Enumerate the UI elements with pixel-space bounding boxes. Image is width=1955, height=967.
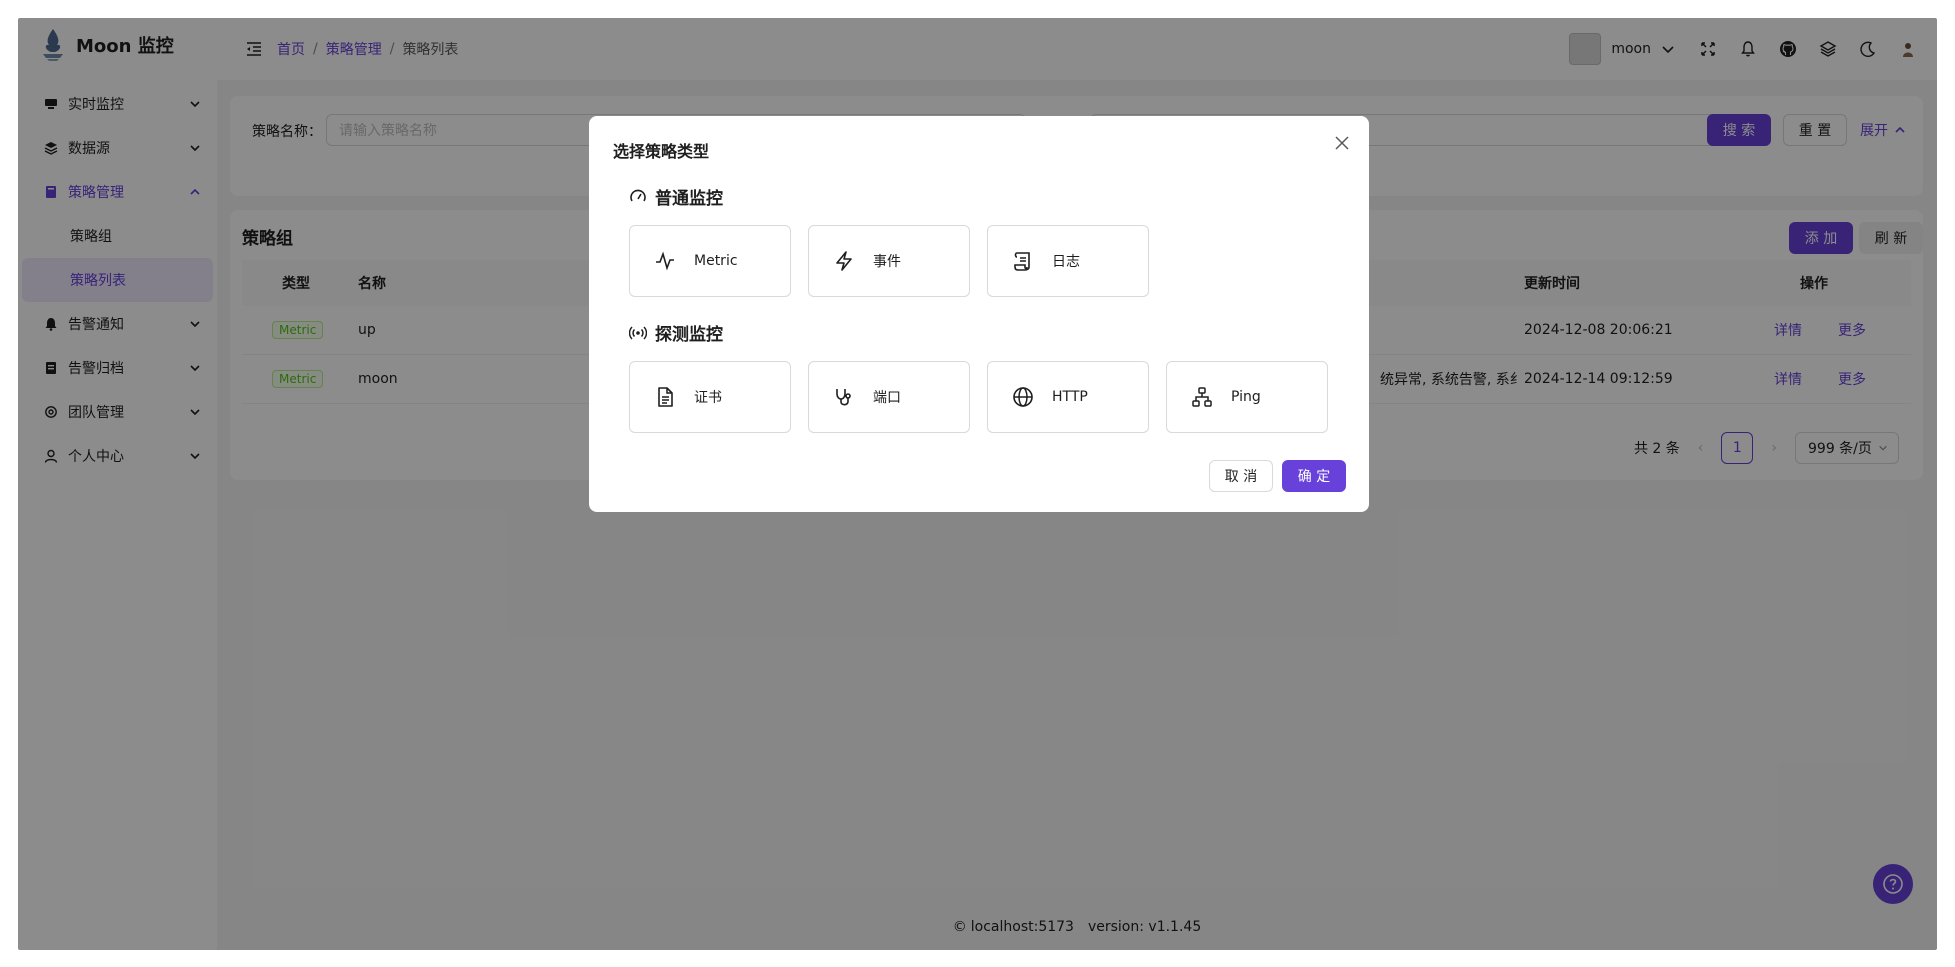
scroll-icon [1012, 250, 1034, 272]
option-label: 事件 [873, 254, 901, 270]
section-normal-monitor: 普通监控 [629, 184, 723, 209]
globe-icon [1012, 386, 1034, 408]
option-label: HTTP [1052, 389, 1088, 405]
gauge-icon [629, 188, 647, 206]
option-label: 日志 [1052, 254, 1080, 270]
network-icon [1191, 386, 1213, 408]
file-text-icon [654, 386, 676, 408]
section-title: 探测监控 [655, 325, 723, 345]
option-log[interactable]: 日志 [987, 225, 1149, 297]
option-metric[interactable]: Metric [629, 225, 791, 297]
cancel-button[interactable]: 取 消 [1209, 460, 1273, 492]
modal-title: 选择策略类型 [613, 142, 710, 161]
option-certificate[interactable]: 证书 [629, 361, 791, 433]
stethoscope-icon [833, 386, 855, 408]
close-icon[interactable] [1333, 134, 1351, 152]
option-event[interactable]: 事件 [808, 225, 970, 297]
option-http[interactable]: HTTP [987, 361, 1149, 433]
section-title: 普通监控 [655, 189, 723, 209]
option-label: 证书 [694, 390, 722, 406]
activity-icon [654, 250, 676, 272]
section-probe-monitor: 探测监控 [629, 320, 723, 345]
option-label: 端口 [873, 390, 901, 406]
option-label: Metric [694, 253, 738, 269]
option-label: Ping [1231, 389, 1261, 405]
option-port[interactable]: 端口 [808, 361, 970, 433]
option-ping[interactable]: Ping [1166, 361, 1328, 433]
confirm-button[interactable]: 确 定 [1282, 460, 1346, 492]
app-window: Moon 监控 实时监控 数据源 策略管理 策略组 策略列表 告警通知 告警归档… [18, 18, 1937, 950]
lightning-icon [833, 250, 855, 272]
broadcast-icon [629, 324, 647, 342]
select-strategy-type-dialog: 选择策略类型 普通监控 Metric 事件 日志 探测监控 证书 端口 HTTP… [589, 116, 1369, 512]
